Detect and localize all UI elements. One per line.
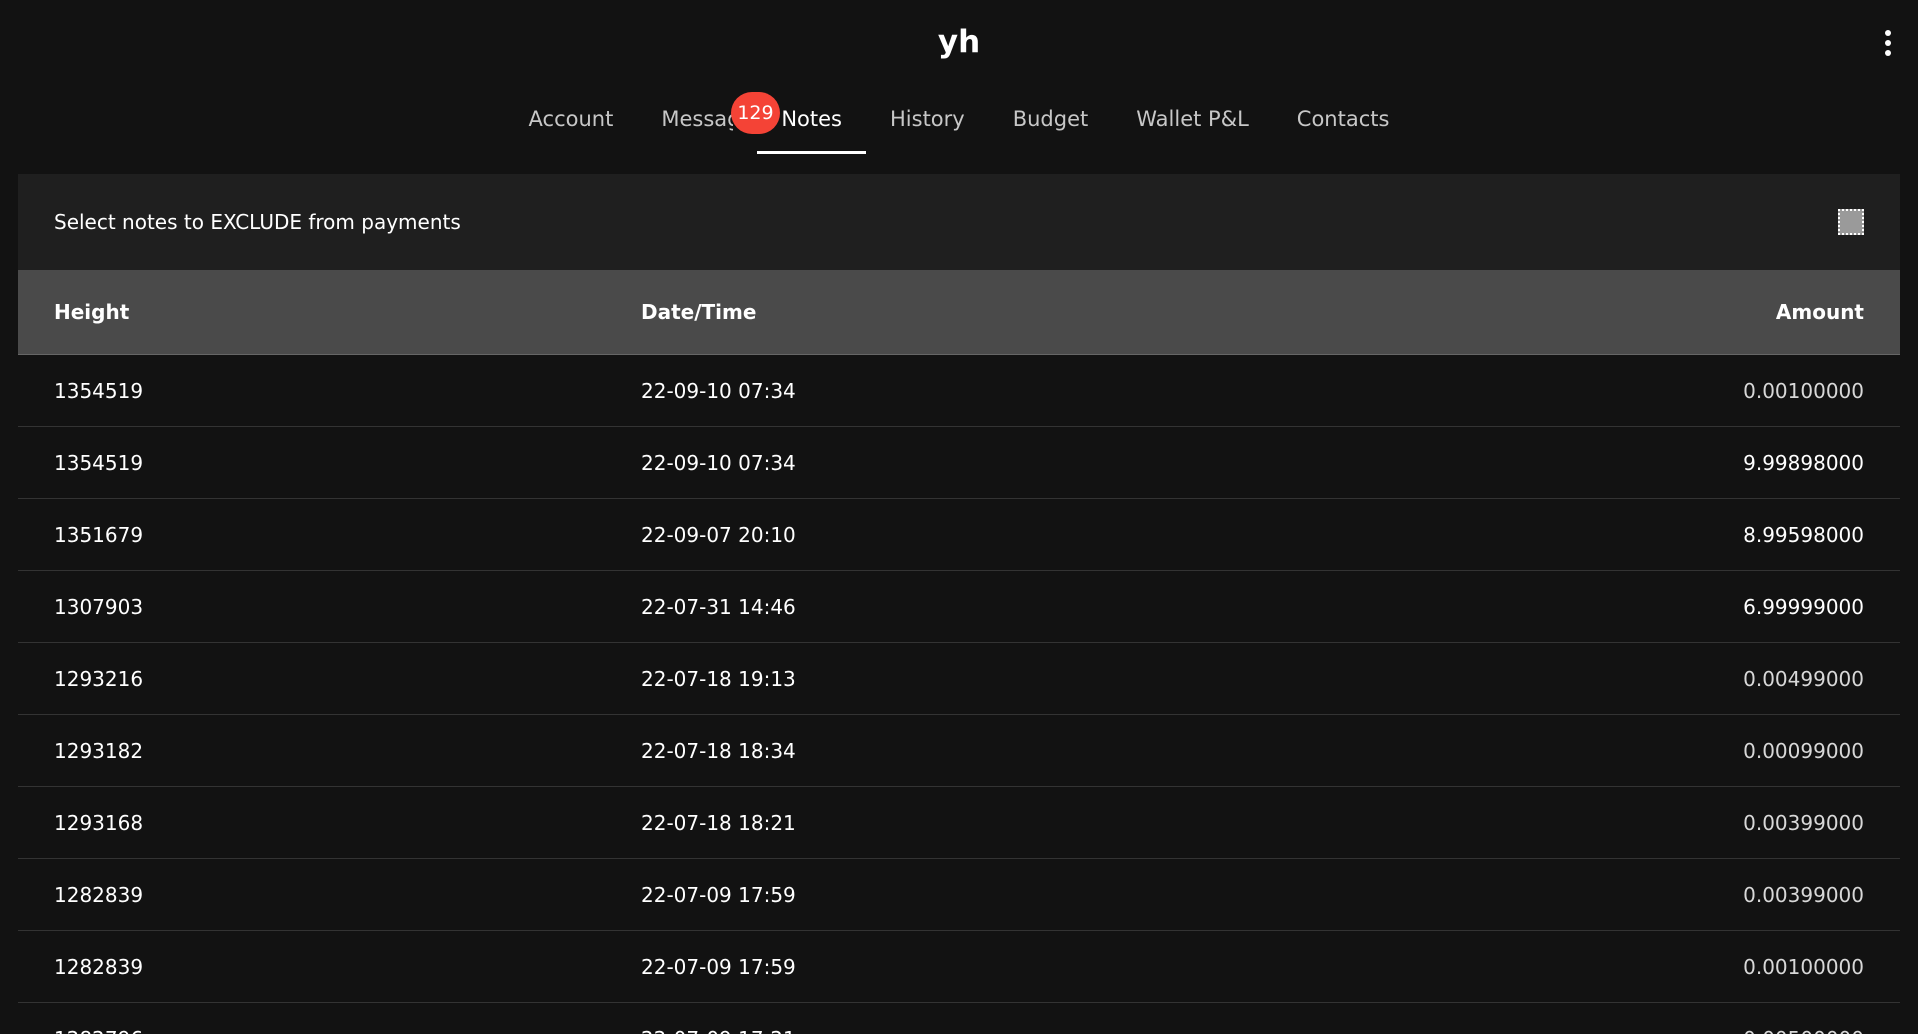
cell-amount: 0.00500000	[1304, 1002, 1900, 1034]
table-row[interactable]: 1354519 22-09-10 07:34 0.00100000	[18, 354, 1900, 427]
cell-height: 1293168	[18, 786, 605, 859]
table-row[interactable]: 1293216 22-07-18 19:13 0.00499000	[18, 642, 1900, 715]
panel-instructions: Select notes to EXCLUDE from payments	[54, 210, 461, 234]
tab-label: Contacts	[1296, 107, 1390, 131]
cell-amount: 8.99598000	[1304, 498, 1900, 571]
tab-label: History	[890, 107, 965, 131]
checkbox-indeterminate-icon[interactable]	[1838, 209, 1864, 235]
column-header-height[interactable]: Height	[18, 270, 605, 355]
cell-height: 1293216	[18, 642, 605, 715]
cell-amount: 9.99898000	[1304, 426, 1900, 499]
cell-height: 1354519	[18, 354, 605, 427]
cell-height: 1282839	[18, 930, 605, 1003]
cell-height: 1354519	[18, 426, 605, 499]
column-header-amount[interactable]: Amount	[1304, 270, 1900, 355]
app-title: yh	[937, 24, 981, 60]
cell-amount: 0.00100000	[1304, 930, 1900, 1003]
cell-datetime: 22-07-09 17:59	[605, 930, 1305, 1003]
cell-amount: 0.00499000	[1304, 642, 1900, 715]
notes-panel: Select notes to EXCLUDE from payments He…	[18, 174, 1900, 1034]
column-header-datetime[interactable]: Date/Time	[605, 270, 1305, 355]
tab-label: Wallet P&L	[1136, 107, 1249, 131]
tab-messages[interactable]: Messages 129	[637, 90, 780, 154]
tab-history[interactable]: History	[866, 90, 989, 154]
cell-datetime: 22-07-09 17:21	[605, 1002, 1305, 1034]
menu-dot	[1885, 50, 1891, 56]
table-row[interactable]: 1293168 22-07-18 18:21 0.00399000	[18, 786, 1900, 859]
cell-datetime: 22-07-18 18:34	[605, 714, 1305, 787]
cell-height: 1351679	[18, 498, 605, 571]
cell-datetime: 22-07-31 14:46	[605, 570, 1305, 643]
table-row[interactable]: 1282839 22-07-09 17:59 0.00100000	[18, 930, 1900, 1003]
table-row[interactable]: 1307903 22-07-31 14:46 6.99999000	[18, 570, 1900, 643]
cell-datetime: 22-09-10 07:34	[605, 354, 1305, 427]
tab-label: Account	[528, 107, 614, 131]
menu-dot	[1885, 30, 1891, 36]
cell-datetime: 22-07-09 17:59	[605, 858, 1305, 931]
cell-height: 1282796	[18, 1002, 605, 1034]
cell-amount: 0.00099000	[1304, 714, 1900, 787]
cell-datetime: 22-09-10 07:34	[605, 426, 1305, 499]
table-body: 1354519 22-09-10 07:34 0.00100000 135451…	[18, 354, 1900, 1034]
cell-amount: 0.00399000	[1304, 858, 1900, 931]
panel-header: Select notes to EXCLUDE from payments	[18, 174, 1900, 270]
tab-label: Messages	[661, 107, 733, 131]
tab-account[interactable]: Account	[505, 90, 638, 154]
table-row[interactable]: 1282839 22-07-09 17:59 0.00399000	[18, 858, 1900, 931]
tab-label: Budget	[1012, 107, 1089, 131]
cell-height: 1282839	[18, 858, 605, 931]
tab-contacts[interactable]: Contacts	[1273, 90, 1414, 154]
cell-height: 1307903	[18, 570, 605, 643]
table-row[interactable]: 1282796 22-07-09 17:21 0.00500000	[18, 1002, 1900, 1034]
cell-datetime: 22-09-07 20:10	[605, 498, 1305, 571]
table-row[interactable]: 1293182 22-07-18 18:34 0.00099000	[18, 714, 1900, 787]
table-row[interactable]: 1354519 22-09-10 07:34 9.99898000	[18, 426, 1900, 499]
app-window: yh Account Messages 129 Notes History Bu…	[0, 0, 1918, 1034]
more-options-icon[interactable]	[1876, 26, 1900, 60]
cell-amount: 6.99999000	[1304, 570, 1900, 643]
cell-amount: 0.00100000	[1304, 354, 1900, 427]
tab-notes[interactable]: Notes	[757, 90, 866, 154]
tab-budget[interactable]: Budget	[989, 90, 1113, 154]
tab-wallet-pnl[interactable]: Wallet P&L	[1112, 90, 1273, 154]
cell-datetime: 22-07-18 18:21	[605, 786, 1305, 859]
table-header-row: Height Date/Time Amount	[18, 270, 1900, 355]
tab-label: Notes	[781, 107, 842, 131]
table-row[interactable]: 1351679 22-09-07 20:10 8.99598000	[18, 498, 1900, 571]
tab-bar: Account Messages 129 Notes History Budge…	[0, 90, 1918, 156]
notes-table: Height Date/Time Amount 1354519 22-09-10…	[18, 270, 1900, 1034]
menu-dot	[1885, 40, 1891, 46]
cell-amount: 0.00399000	[1304, 786, 1900, 859]
cell-datetime: 22-07-18 19:13	[605, 642, 1305, 715]
cell-height: 1293182	[18, 714, 605, 787]
